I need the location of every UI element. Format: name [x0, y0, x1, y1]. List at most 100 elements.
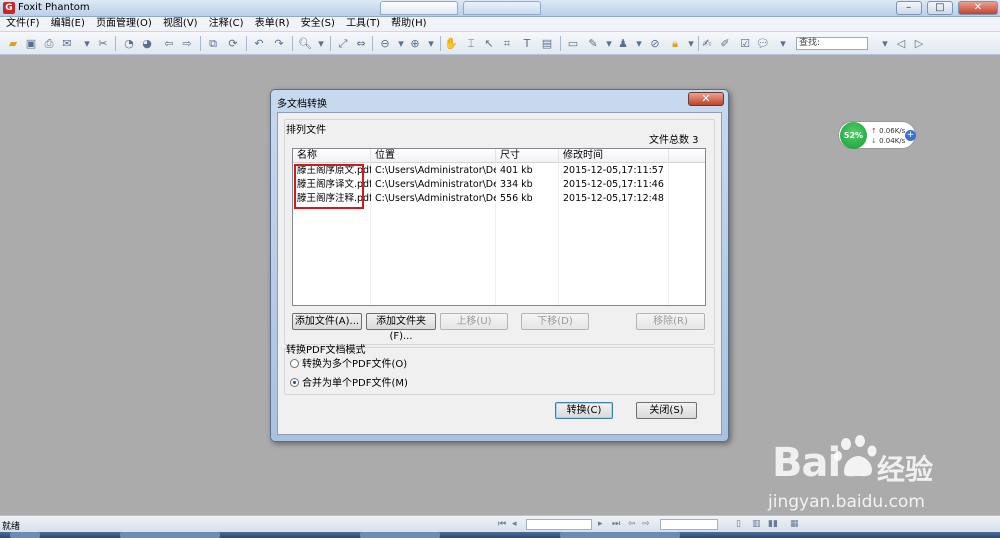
red-highlight-box [294, 164, 364, 209]
dropdown-icon[interactable]: ▾ [602, 37, 616, 50]
dropdown-icon[interactable]: ▾ [424, 37, 438, 50]
back-icon[interactable]: ⇦ [162, 37, 176, 50]
stamp-icon[interactable]: ♟ [616, 37, 630, 50]
plus-icon[interactable]: + [905, 130, 916, 141]
radio-multiple-pdf[interactable]: 转换为多个PDF文件(O) [290, 355, 407, 370]
menu-page-organize[interactable]: 页面管理(O) [92, 17, 156, 31]
menu-form[interactable]: 表单(R) [251, 17, 294, 31]
find-next-icon[interactable]: ▷ [912, 37, 926, 50]
start-button[interactable] [10, 532, 40, 538]
radio-button-unchecked[interactable] [290, 359, 299, 368]
menu-help[interactable]: 帮助(H) [387, 17, 430, 31]
column-header-modified[interactable]: 修改时间 [559, 149, 669, 163]
menu-bar: 文件(F) 编辑(E) 页面管理(O) 视图(V) 注释(C) 表单(R) 安全… [0, 17, 1000, 32]
tab-1[interactable] [380, 1, 458, 15]
rotate-page-icon[interactable]: ⟳ [226, 37, 240, 50]
textbox-icon[interactable]: ▤ [540, 37, 554, 50]
form-icon[interactable]: ☑ [738, 37, 752, 50]
add-file-button[interactable]: 添加文件(A)... [292, 313, 362, 330]
dropdown-icon[interactable]: ▾ [776, 37, 790, 50]
open-folder-icon[interactable]: ▰ [6, 37, 20, 50]
lock-icon[interactable]: 🔒︎ [668, 37, 682, 50]
previous-page-icon[interactable]: ◂ [512, 519, 517, 529]
facing-icon[interactable]: ▮▮ [768, 519, 778, 529]
move-up-button[interactable]: 上移(U) [440, 313, 508, 330]
continuous-facing-icon[interactable]: ▦ [790, 519, 799, 529]
file-list[interactable]: 名称 位置 尺寸 修改时间 滕王阁序原文.pdf C:\Users\Admini… [292, 148, 706, 306]
menu-edit[interactable]: 编辑(E) [47, 17, 89, 31]
typewriter-icon[interactable]: T [520, 37, 534, 50]
snapshot-icon[interactable]: ⌗ [500, 37, 514, 50]
menu-view[interactable]: 视图(V) [159, 17, 202, 31]
column-header-name[interactable]: 名称 [293, 149, 371, 163]
dialog-close-button[interactable]: ✕ [688, 92, 724, 106]
select-text-icon[interactable]: ⌶ [464, 37, 478, 50]
upload-speed: ↑ 0.06K/s [871, 127, 905, 135]
menu-tools[interactable]: 工具(T) [342, 17, 384, 31]
rectangle-icon[interactable]: ▭ [566, 37, 580, 50]
dropdown-icon[interactable]: ▾ [632, 37, 646, 50]
taskbar-button[interactable] [120, 532, 220, 538]
zoom-icon[interactable]: 🔍︎ [298, 37, 312, 50]
file-list-header: 名称 位置 尺寸 修改时间 [293, 149, 705, 163]
taskbar-button[interactable] [560, 532, 680, 538]
convert-button[interactable]: 转换(C) [555, 402, 613, 419]
down-arrow-icon[interactable]: ◕ [140, 37, 154, 50]
menu-file[interactable]: 文件(F) [2, 17, 44, 31]
extract-page-icon[interactable]: ⧉ [206, 37, 220, 50]
up-arrow-icon[interactable]: ◔ [122, 37, 136, 50]
single-page-icon[interactable]: ▯ [736, 519, 741, 529]
dropdown-icon[interactable]: ▾ [878, 37, 892, 50]
column-header-location[interactable]: 位置 [371, 149, 496, 163]
zoom-out-icon[interactable]: ⊖ [378, 37, 392, 50]
sign-icon[interactable]: ✐ [718, 37, 732, 50]
zoom-field[interactable] [660, 519, 718, 530]
fit-page-icon[interactable]: ⤢ [336, 37, 350, 50]
undo-icon[interactable]: ↶ [252, 37, 266, 50]
minimize-button[interactable]: – [895, 1, 922, 15]
tab-2[interactable] [463, 1, 542, 15]
dropdown-icon[interactable]: ▾ [80, 37, 94, 50]
dropdown-icon[interactable]: ▾ [394, 37, 408, 50]
dropdown-icon[interactable]: ▾ [314, 37, 328, 50]
column-header-size[interactable]: 尺寸 [496, 149, 559, 163]
close-window-button[interactable]: ✕ [958, 1, 998, 15]
close-button[interactable]: 关闭(S) [636, 402, 697, 419]
find-previous-icon[interactable]: ◁ [894, 37, 908, 50]
download-arrow-icon: ↓ [871, 137, 877, 145]
taskbar-button[interactable] [360, 532, 440, 538]
hand-tool-icon[interactable]: ✋ [444, 37, 458, 50]
network-speed-widget[interactable]: 52% ↑ 0.06K/s ↓ 0.04K/s + [838, 121, 916, 149]
scissors-icon[interactable]: ✂ [96, 37, 110, 50]
edit-icon[interactable]: ✍ [700, 37, 714, 50]
maximize-button[interactable]: □ [926, 1, 953, 15]
fit-width-icon[interactable]: ⇔ [354, 37, 368, 50]
pencil-icon[interactable]: ✎ [586, 37, 600, 50]
add-folder-button[interactable]: 添加文件夹(F)... [366, 313, 436, 342]
print-icon[interactable]: ⎙ [42, 37, 56, 50]
menu-security[interactable]: 安全(S) [297, 17, 339, 31]
last-page-icon[interactable]: ⏭ [612, 519, 620, 529]
secure-icon[interactable]: ⊘ [648, 37, 662, 50]
radio-button-checked[interactable] [290, 378, 299, 387]
next-page-icon[interactable]: ▸ [598, 519, 603, 529]
find-input[interactable]: 查找: [796, 37, 868, 50]
page-number-field[interactable] [526, 519, 592, 530]
email-icon[interactable]: ✉ [60, 37, 74, 50]
go-back-icon[interactable]: ⇦ [628, 519, 636, 529]
select-icon[interactable]: ↖ [482, 37, 496, 50]
go-forward-icon[interactable]: ⇨ [642, 519, 650, 529]
menu-comment[interactable]: 注释(C) [205, 17, 248, 31]
dropdown-icon[interactable]: ▾ [684, 37, 698, 50]
remove-button[interactable]: 移除(R) [636, 313, 705, 330]
forward-icon[interactable]: ⇨ [180, 37, 194, 50]
radio-single-pdf[interactable]: 合并为单个PDF文件(M) [290, 374, 408, 389]
move-down-button[interactable]: 下移(D) [521, 313, 589, 330]
first-page-icon[interactable]: ⏮ [498, 519, 506, 529]
redo-icon[interactable]: ↷ [272, 37, 286, 50]
zoom-in-icon[interactable]: ⊕ [408, 37, 422, 50]
continuous-icon[interactable]: ▥ [752, 519, 761, 529]
save-icon[interactable]: ▣ [24, 37, 38, 50]
comment-icon[interactable]: 💬︎ [756, 37, 770, 50]
window-controls: – □ ✕ [894, 1, 998, 15]
